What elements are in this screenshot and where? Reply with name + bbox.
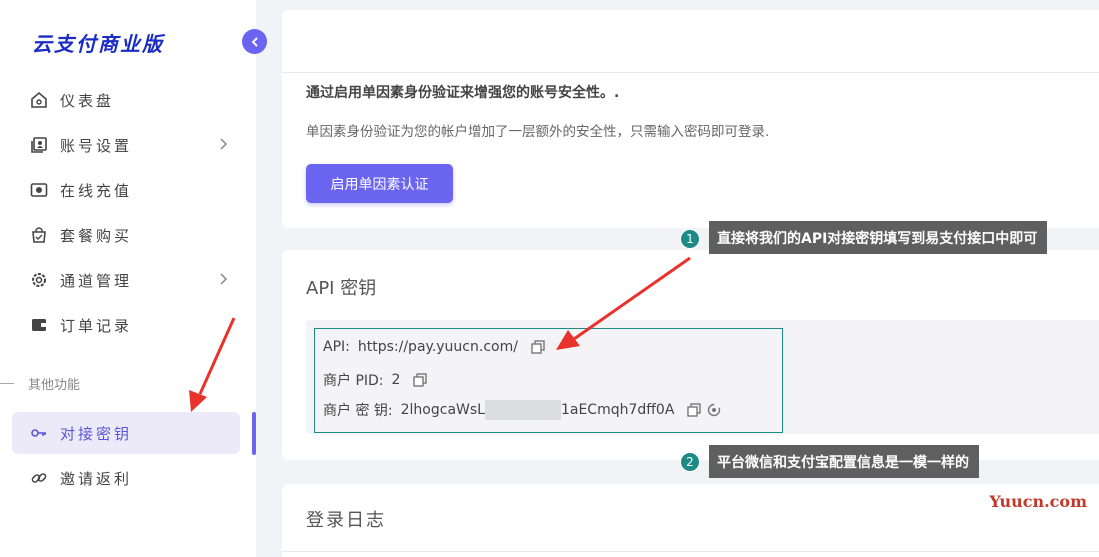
app-logo: 云支付商业版 — [32, 32, 164, 56]
api-info-box: API: https://pay.yuucn.com/ 商户 PID: 2 商户… — [306, 320, 1099, 434]
api-keys-card: API 密钥 API: https://pay.yuucn.com/ 商户 PI… — [282, 250, 1099, 460]
chevron-right-icon — [218, 272, 228, 290]
chevron-left-icon — [251, 36, 258, 47]
divider — [282, 551, 1099, 552]
chevron-right-icon — [218, 137, 228, 155]
sidebar-item-label: 套餐购买 — [60, 226, 133, 245]
pid-label: 商户 PID: — [323, 373, 384, 389]
sidebar-item-label: 对接密钥 — [60, 424, 133, 443]
key-icon — [30, 424, 48, 442]
annotation-tip-2: 平台微信和支付宝配置信息是一模一样的 — [709, 445, 979, 478]
security-description: 单因素身份验证为您的帐户增加了一层额外的安全性，只需输入密码即可登录. — [306, 124, 770, 140]
enable-single-factor-button[interactable]: 启用单因素认证 — [306, 164, 453, 203]
divider — [0, 383, 14, 384]
bag-icon — [30, 226, 48, 244]
sidebar-item-dashboard[interactable]: 仪表盘 — [12, 79, 240, 121]
sidebar-item-packages[interactable]: 套餐购买 — [12, 214, 240, 256]
sidebar-item-label: 账号设置 — [60, 136, 133, 155]
sidebar-item-label: 在线充值 — [60, 181, 133, 200]
sidebar-item-referral[interactable]: 邀请返利 — [12, 457, 240, 499]
api-url-value: https://pay.yuucn.com/ — [357, 339, 518, 355]
sidebar: 云支付商业版 仪表盘 账号设置 在线充值 套餐购买 通道管理 订单记录 其他功能… — [0, 0, 256, 557]
annotation-number-2: 2 — [680, 452, 700, 472]
sidebar-item-channels[interactable]: 通道管理 — [12, 259, 240, 301]
security-title: 通过启用单因素身份验证来增强您的账号安全性。. — [306, 85, 620, 101]
sidebar-item-recharge[interactable]: 在线充值 — [12, 169, 240, 211]
home-icon — [30, 91, 48, 109]
key-redaction-mask — [484, 400, 561, 420]
gear-icon — [30, 271, 48, 289]
login-log-title: 登录日志 — [306, 510, 386, 531]
login-log-card: 登录日志 — [282, 484, 1099, 557]
key-label: 商户 密 钥: — [323, 403, 393, 419]
link-icon — [30, 469, 48, 487]
security-card: 通过启用单因素身份验证来增强您的账号安全性。. 单因素身份验证为您的帐户增加了一… — [282, 10, 1099, 228]
sidebar-item-orders[interactable]: 订单记录 — [12, 304, 240, 346]
copy-icon[interactable] — [686, 402, 702, 418]
sidebar-item-label: 仪表盘 — [60, 91, 115, 110]
reset-key-icon[interactable] — [706, 402, 722, 418]
active-indicator — [252, 412, 256, 455]
api-label: API: — [323, 339, 350, 355]
api-keys-title: API 密钥 — [306, 278, 377, 299]
key-value-prefix: 2lhogcaWsL — [400, 402, 485, 418]
api-info-highlight: API: https://pay.yuucn.com/ 商户 PID: 2 商户… — [314, 328, 783, 433]
key-value-suffix: 1aECmqh7dff0A — [560, 402, 675, 418]
sidebar-item-label: 通道管理 — [60, 271, 133, 290]
annotation-tip-1: 直接将我们的API对接密钥填写到易支付接口中即可 — [709, 221, 1048, 254]
sidebar-item-api-keys[interactable]: 对接密钥 — [12, 412, 240, 454]
pid-value: 2 — [391, 372, 401, 388]
api-url-row: API: https://pay.yuucn.com/ — [323, 339, 546, 355]
section-label-other: 其他功能 — [0, 374, 80, 393]
watermark: Yuucn.com — [989, 492, 1087, 511]
sidebar-item-account-settings[interactable]: 账号设置 — [12, 124, 240, 166]
copy-icon[interactable] — [412, 372, 428, 388]
divider — [282, 72, 1099, 73]
sidebar-item-label: 订单记录 — [60, 316, 133, 335]
pid-row: 商户 PID: 2 — [323, 370, 428, 390]
wallet-icon — [30, 316, 48, 334]
copy-icon[interactable] — [530, 339, 546, 355]
sidebar-item-label: 邀请返利 — [60, 469, 133, 488]
merchant-key-row: 商户 密 钥: 2lhogcaWsL 1aECmqh7dff0A — [323, 400, 722, 420]
camera-icon — [30, 181, 48, 199]
account-icon — [30, 136, 48, 154]
collapse-sidebar-button[interactable] — [242, 29, 267, 54]
annotation-number-1: 1 — [680, 229, 700, 249]
